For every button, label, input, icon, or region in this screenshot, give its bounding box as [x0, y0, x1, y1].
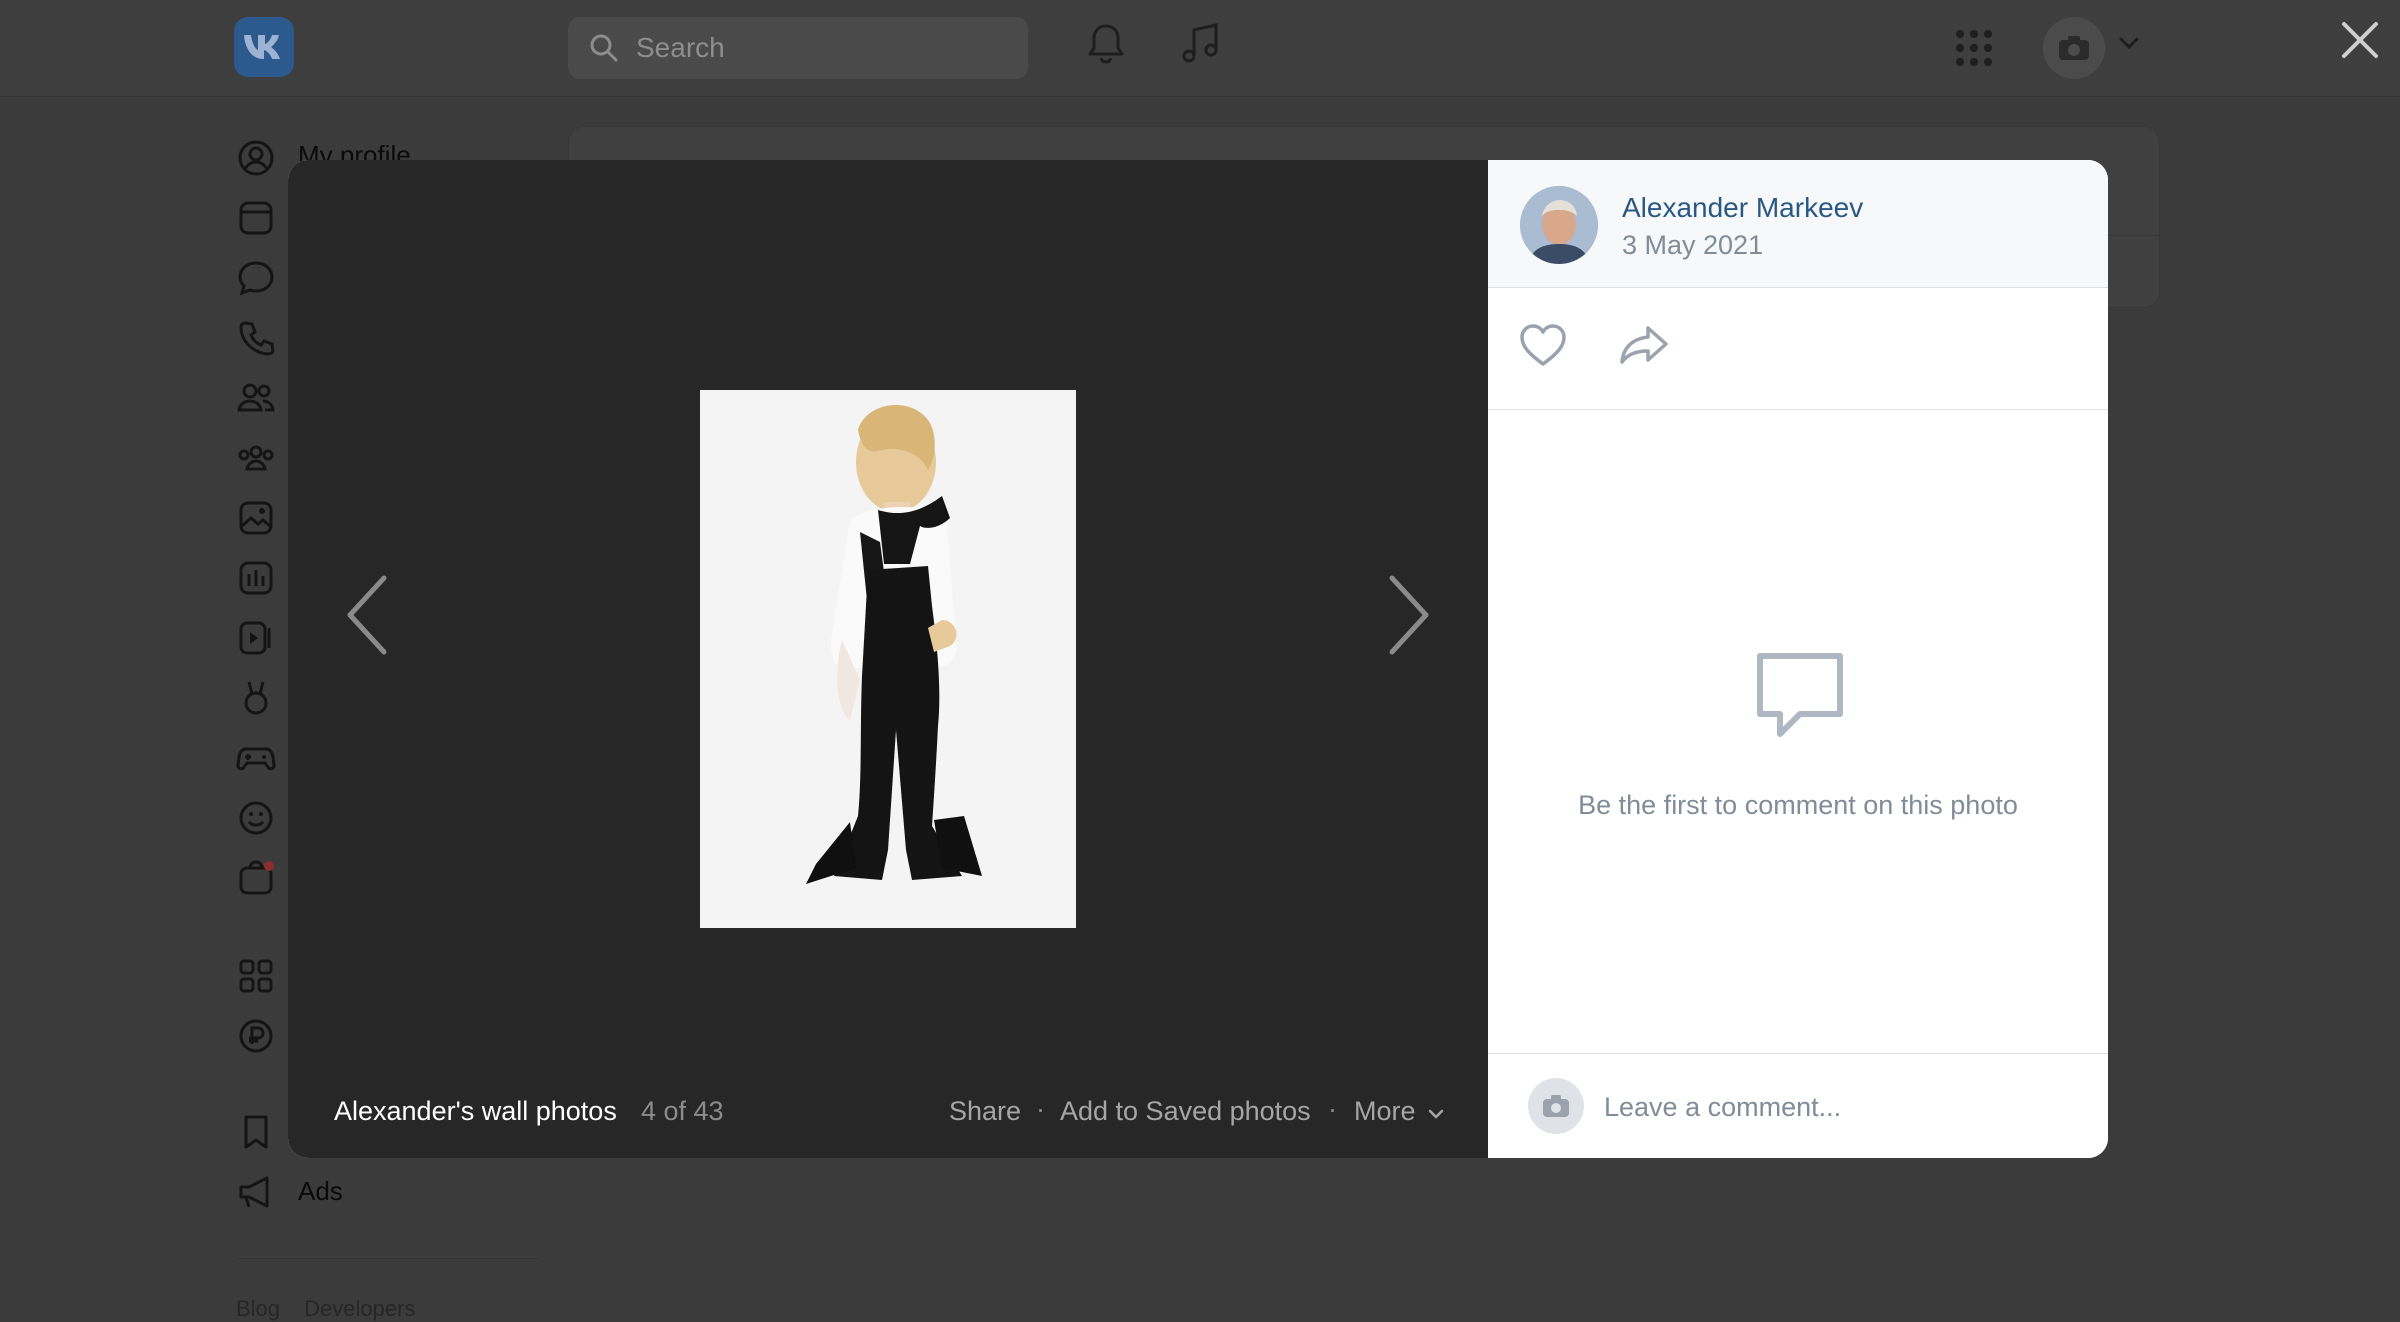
author-header: Alexander Markeev 3 May 2021 — [1488, 160, 2108, 288]
footer-blog-link[interactable]: Blog — [236, 1296, 280, 1321]
vk-logo[interactable] — [234, 17, 294, 77]
add-to-saved-photos-button[interactable]: Add to Saved photos — [1060, 1096, 1311, 1127]
author-avatar[interactable] — [1520, 186, 1598, 264]
top-navigation-bar: Search — [0, 0, 2400, 97]
author-name-link[interactable]: Alexander Markeev — [1622, 192, 1863, 224]
sidebar-divider — [238, 1258, 538, 1259]
market-icon[interactable] — [236, 858, 276, 898]
previous-photo-arrow-icon[interactable] — [338, 570, 398, 660]
reactions-bar — [1488, 288, 2108, 410]
comment-input[interactable] — [1602, 1082, 2086, 1132]
search-icon — [590, 34, 618, 62]
vk-logo-icon — [244, 35, 280, 59]
photo-woman-in-black-overalls — [700, 390, 1076, 928]
services-icon[interactable] — [236, 956, 276, 996]
comment-bar — [1488, 1053, 2108, 1158]
photo-counter: 4 of 43 — [641, 1096, 724, 1126]
attach-photo-button[interactable] — [1528, 1078, 1584, 1134]
stickers-icon[interactable] — [236, 798, 276, 838]
next-photo-arrow-icon[interactable] — [1378, 570, 1438, 660]
separator: · — [1328, 1094, 1337, 1124]
footer-developers-link[interactable]: Developers — [304, 1296, 415, 1321]
profile-icon[interactable] — [236, 138, 276, 178]
separator: · — [1036, 1094, 1045, 1124]
photo-viewer: Alexander's wall photos 4 of 43 Share · … — [288, 160, 2108, 1158]
share-button[interactable]: Share — [949, 1096, 1021, 1127]
music-nav-icon[interactable] — [236, 558, 276, 598]
search-placeholder: Search — [636, 32, 725, 63]
share-arrow-icon[interactable] — [1618, 322, 1670, 368]
footer-links: Blog Developers — [236, 1296, 415, 1322]
close-icon[interactable] — [2338, 18, 2382, 62]
avatar-camera-icon — [2059, 36, 2089, 60]
chevron-down-icon — [1428, 1109, 1444, 1119]
clips-icon[interactable] — [236, 678, 276, 718]
empty-comments-text: Be the first to comment on this photo — [1578, 790, 2018, 820]
more-button-label: More — [1354, 1096, 1416, 1126]
like-heart-icon[interactable] — [1518, 322, 1568, 368]
photo[interactable] — [700, 390, 1076, 928]
comments-empty-state: Be the first to comment on this photo — [1488, 410, 2108, 1158]
search-box[interactable]: Search — [568, 17, 1028, 79]
calls-icon[interactable] — [236, 318, 276, 358]
photos-icon[interactable] — [236, 498, 276, 538]
profile-avatar-button[interactable] — [2043, 17, 2105, 79]
news-icon[interactable] — [236, 198, 276, 238]
payments-icon[interactable] — [236, 1016, 276, 1056]
videos-icon[interactable] — [236, 618, 276, 658]
camera-icon — [1543, 1095, 1569, 1117]
album-name-link[interactable]: Alexander's wall photos — [334, 1096, 617, 1127]
photo-pane: Alexander's wall photos 4 of 43 Share · … — [288, 160, 1488, 1158]
communities-icon[interactable] — [236, 438, 276, 478]
photo-info-bar: Alexander's wall photos 4 of 43 Share · … — [288, 1062, 1488, 1158]
more-button[interactable]: More — [1354, 1096, 1445, 1127]
comments-bubble-icon — [1757, 653, 1843, 737]
ads-icon[interactable] — [236, 1172, 276, 1212]
author-avatar-image — [1520, 186, 1598, 264]
post-date: 3 May 2021 — [1622, 230, 1764, 260]
games-icon[interactable] — [236, 738, 276, 778]
bookmarks-icon[interactable] — [236, 1112, 276, 1152]
bell-icon[interactable] — [1084, 20, 1128, 68]
chevron-down-icon[interactable] — [2118, 36, 2140, 50]
music-icon[interactable] — [1178, 20, 1222, 68]
messages-icon[interactable] — [236, 258, 276, 298]
photo-sidebar: Alexander Markeev 3 May 2021 Be the firs… — [1488, 160, 2108, 1158]
apps-grid-icon[interactable] — [1954, 28, 1994, 68]
friends-icon[interactable] — [236, 378, 276, 418]
sidebar-item-ads[interactable]: Ads — [298, 1176, 343, 1207]
